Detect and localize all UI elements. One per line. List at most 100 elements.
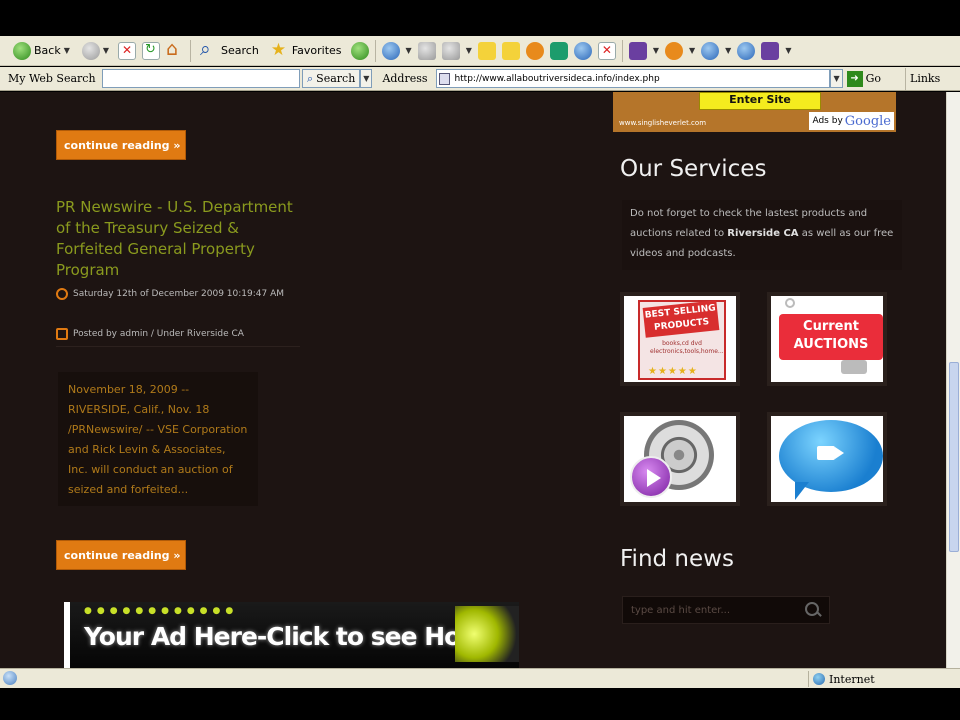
best-selling-small-text: books,cd dvd electronics,tools,home... bbox=[650, 340, 724, 355]
services-bold: Riverside CA bbox=[727, 228, 799, 239]
podcasts-tile[interactable] bbox=[767, 412, 887, 506]
status-bar: Internet bbox=[0, 668, 960, 688]
address-field[interactable]: http://www.allaboutriversideca.info/inde… bbox=[436, 69, 831, 88]
post-excerpt: November 18, 2009 -- RIVERSIDE, Calif., … bbox=[58, 372, 258, 506]
play-icon bbox=[630, 456, 672, 498]
enter-site-button[interactable]: Enter Site bbox=[699, 92, 821, 110]
videos-tile[interactable] bbox=[620, 412, 740, 506]
browser-toolbar: Back ▼ ▼ Search Favorites ▼ ▼ bbox=[0, 36, 960, 66]
services-heading: Our Services bbox=[620, 156, 767, 182]
music-icon[interactable] bbox=[761, 41, 780, 60]
continue-reading-button[interactable]: continue reading » bbox=[56, 130, 186, 160]
ad-banner-text: Your Ad Here-Click to see How bbox=[84, 622, 483, 651]
security-zone: Internet bbox=[808, 671, 875, 687]
mywebsearch-input[interactable] bbox=[102, 69, 300, 88]
news-search-field[interactable]: type and hit enter... bbox=[622, 596, 830, 624]
screen: Back ▼ ▼ Search Favorites ▼ ▼ bbox=[0, 0, 960, 720]
smiley-icon[interactable] bbox=[665, 41, 683, 60]
search-label: Search bbox=[221, 44, 259, 57]
chevron-down-icon: ▼ bbox=[63, 46, 70, 55]
print-icon[interactable] bbox=[417, 41, 436, 60]
calendar-icon[interactable] bbox=[597, 41, 616, 60]
chevron-down-icon[interactable]: ▼ bbox=[406, 46, 412, 55]
toolbar-divider bbox=[374, 39, 376, 62]
back-button[interactable]: Back ▼ bbox=[10, 39, 73, 63]
toolbar-divider bbox=[190, 39, 192, 62]
mywebsearch-button[interactable]: ⌕ Search bbox=[302, 69, 361, 88]
ad-url: www.singlisheverlet.com bbox=[619, 119, 707, 127]
myweb-icon[interactable] bbox=[628, 41, 647, 60]
search-icon: ⌕ bbox=[307, 71, 314, 85]
home-icon[interactable] bbox=[166, 38, 184, 60]
chevron-down-icon[interactable]: ▼ bbox=[785, 46, 791, 55]
search-icon[interactable] bbox=[805, 602, 821, 618]
post-title-link[interactable]: PR Newswire - U.S. Department of the Tre… bbox=[56, 197, 296, 281]
current-auctions-label: Current AUCTIONS bbox=[779, 314, 883, 360]
google-logo: Google bbox=[844, 113, 891, 129]
post-byline-text: Posted by admin / Under Riverside CA bbox=[73, 329, 244, 339]
go-arrow-icon: ➜ bbox=[846, 70, 863, 87]
scrollbar-thumb[interactable] bbox=[949, 362, 959, 552]
forward-button[interactable]: ▼ bbox=[79, 39, 112, 63]
plugin-icon[interactable] bbox=[573, 41, 592, 60]
chevron-down-icon: ▼ bbox=[363, 74, 370, 83]
address-dropdown[interactable]: ▼ bbox=[830, 69, 843, 88]
vertical-scrollbar[interactable] bbox=[946, 92, 960, 668]
chevron-down-icon: ▼ bbox=[833, 74, 840, 83]
screensaver-icon[interactable] bbox=[701, 41, 720, 60]
video-camera-icon bbox=[817, 446, 844, 460]
stop-icon[interactable] bbox=[118, 41, 137, 60]
favorites-button[interactable]: Favorites bbox=[268, 39, 345, 63]
favorites-star-icon bbox=[271, 40, 289, 60]
comment-icon bbox=[56, 328, 68, 340]
address-toolbar: My Web Search ⌕ Search ▼ Address http://… bbox=[0, 67, 960, 91]
find-news-heading: Find news bbox=[620, 546, 734, 572]
messenger-icon[interactable] bbox=[525, 41, 544, 60]
mywebsearch-label: My Web Search bbox=[8, 72, 96, 85]
post-date-text: Saturday 12th of December 2009 10:19:47 … bbox=[73, 289, 284, 299]
tag-string-icon bbox=[785, 298, 795, 308]
ads-by-label: Ads by bbox=[812, 116, 843, 126]
history-icon[interactable] bbox=[350, 41, 369, 60]
chat-icon[interactable] bbox=[549, 41, 568, 60]
research-icon[interactable] bbox=[501, 41, 520, 60]
chevron-down-icon[interactable]: ▼ bbox=[466, 46, 472, 55]
page-icon bbox=[439, 72, 451, 85]
news-search-placeholder: type and hit enter... bbox=[631, 604, 731, 616]
address-url: http://www.allaboutriversideca.info/inde… bbox=[454, 73, 660, 84]
toolbar-divider bbox=[621, 39, 623, 62]
chevron-down-icon[interactable]: ▼ bbox=[725, 46, 731, 55]
mywebsearch-button-label: Search bbox=[316, 72, 356, 85]
page-status-icon bbox=[3, 671, 17, 685]
address-label: Address bbox=[382, 72, 428, 85]
post-date: Saturday 12th of December 2009 10:19:47 … bbox=[56, 284, 296, 304]
go-label: Go bbox=[865, 72, 882, 85]
links-label[interactable]: Links bbox=[910, 72, 940, 85]
ads-by-google[interactable]: Ads by Google bbox=[809, 112, 894, 130]
edit-icon[interactable] bbox=[441, 41, 460, 60]
toolbar-divider bbox=[905, 67, 907, 90]
google-ad[interactable]: Enter Site www.singlisheverlet.com Ads b… bbox=[613, 92, 896, 132]
back-arrow-icon bbox=[13, 41, 31, 60]
go-button[interactable]: ➜ Go bbox=[846, 70, 882, 87]
continue-reading-button[interactable]: continue reading » bbox=[56, 540, 186, 570]
best-selling-products-tile[interactable]: BEST SELLING PRODUCTS books,cd dvd elect… bbox=[620, 292, 740, 386]
chevron-down-icon[interactable]: ▼ bbox=[653, 46, 659, 55]
web-page: continue reading » PR Newswire - U.S. De… bbox=[0, 92, 946, 668]
chat-bubble-tail bbox=[795, 482, 809, 500]
search-button[interactable]: Search bbox=[197, 38, 262, 63]
cursor-icon[interactable] bbox=[737, 41, 756, 60]
gavel-icon bbox=[841, 360, 867, 374]
mywebsearch-dropdown[interactable]: ▼ bbox=[360, 69, 373, 88]
ad-banner[interactable]: ●●●●●●●●●●●● Your Ad Here-Click to see H… bbox=[64, 602, 519, 668]
chevron-down-icon[interactable]: ▼ bbox=[689, 46, 695, 55]
post-byline: Posted by admin / Under Riverside CA bbox=[56, 324, 244, 344]
current-auctions-tile[interactable]: Current AUCTIONS bbox=[767, 292, 887, 386]
mail-icon[interactable] bbox=[381, 41, 400, 60]
notes-icon[interactable] bbox=[477, 41, 496, 60]
search-icon bbox=[200, 38, 218, 60]
refresh-icon[interactable] bbox=[142, 41, 161, 60]
zone-label: Internet bbox=[829, 672, 875, 686]
clock-icon bbox=[56, 288, 68, 300]
globe-icon bbox=[813, 673, 825, 685]
